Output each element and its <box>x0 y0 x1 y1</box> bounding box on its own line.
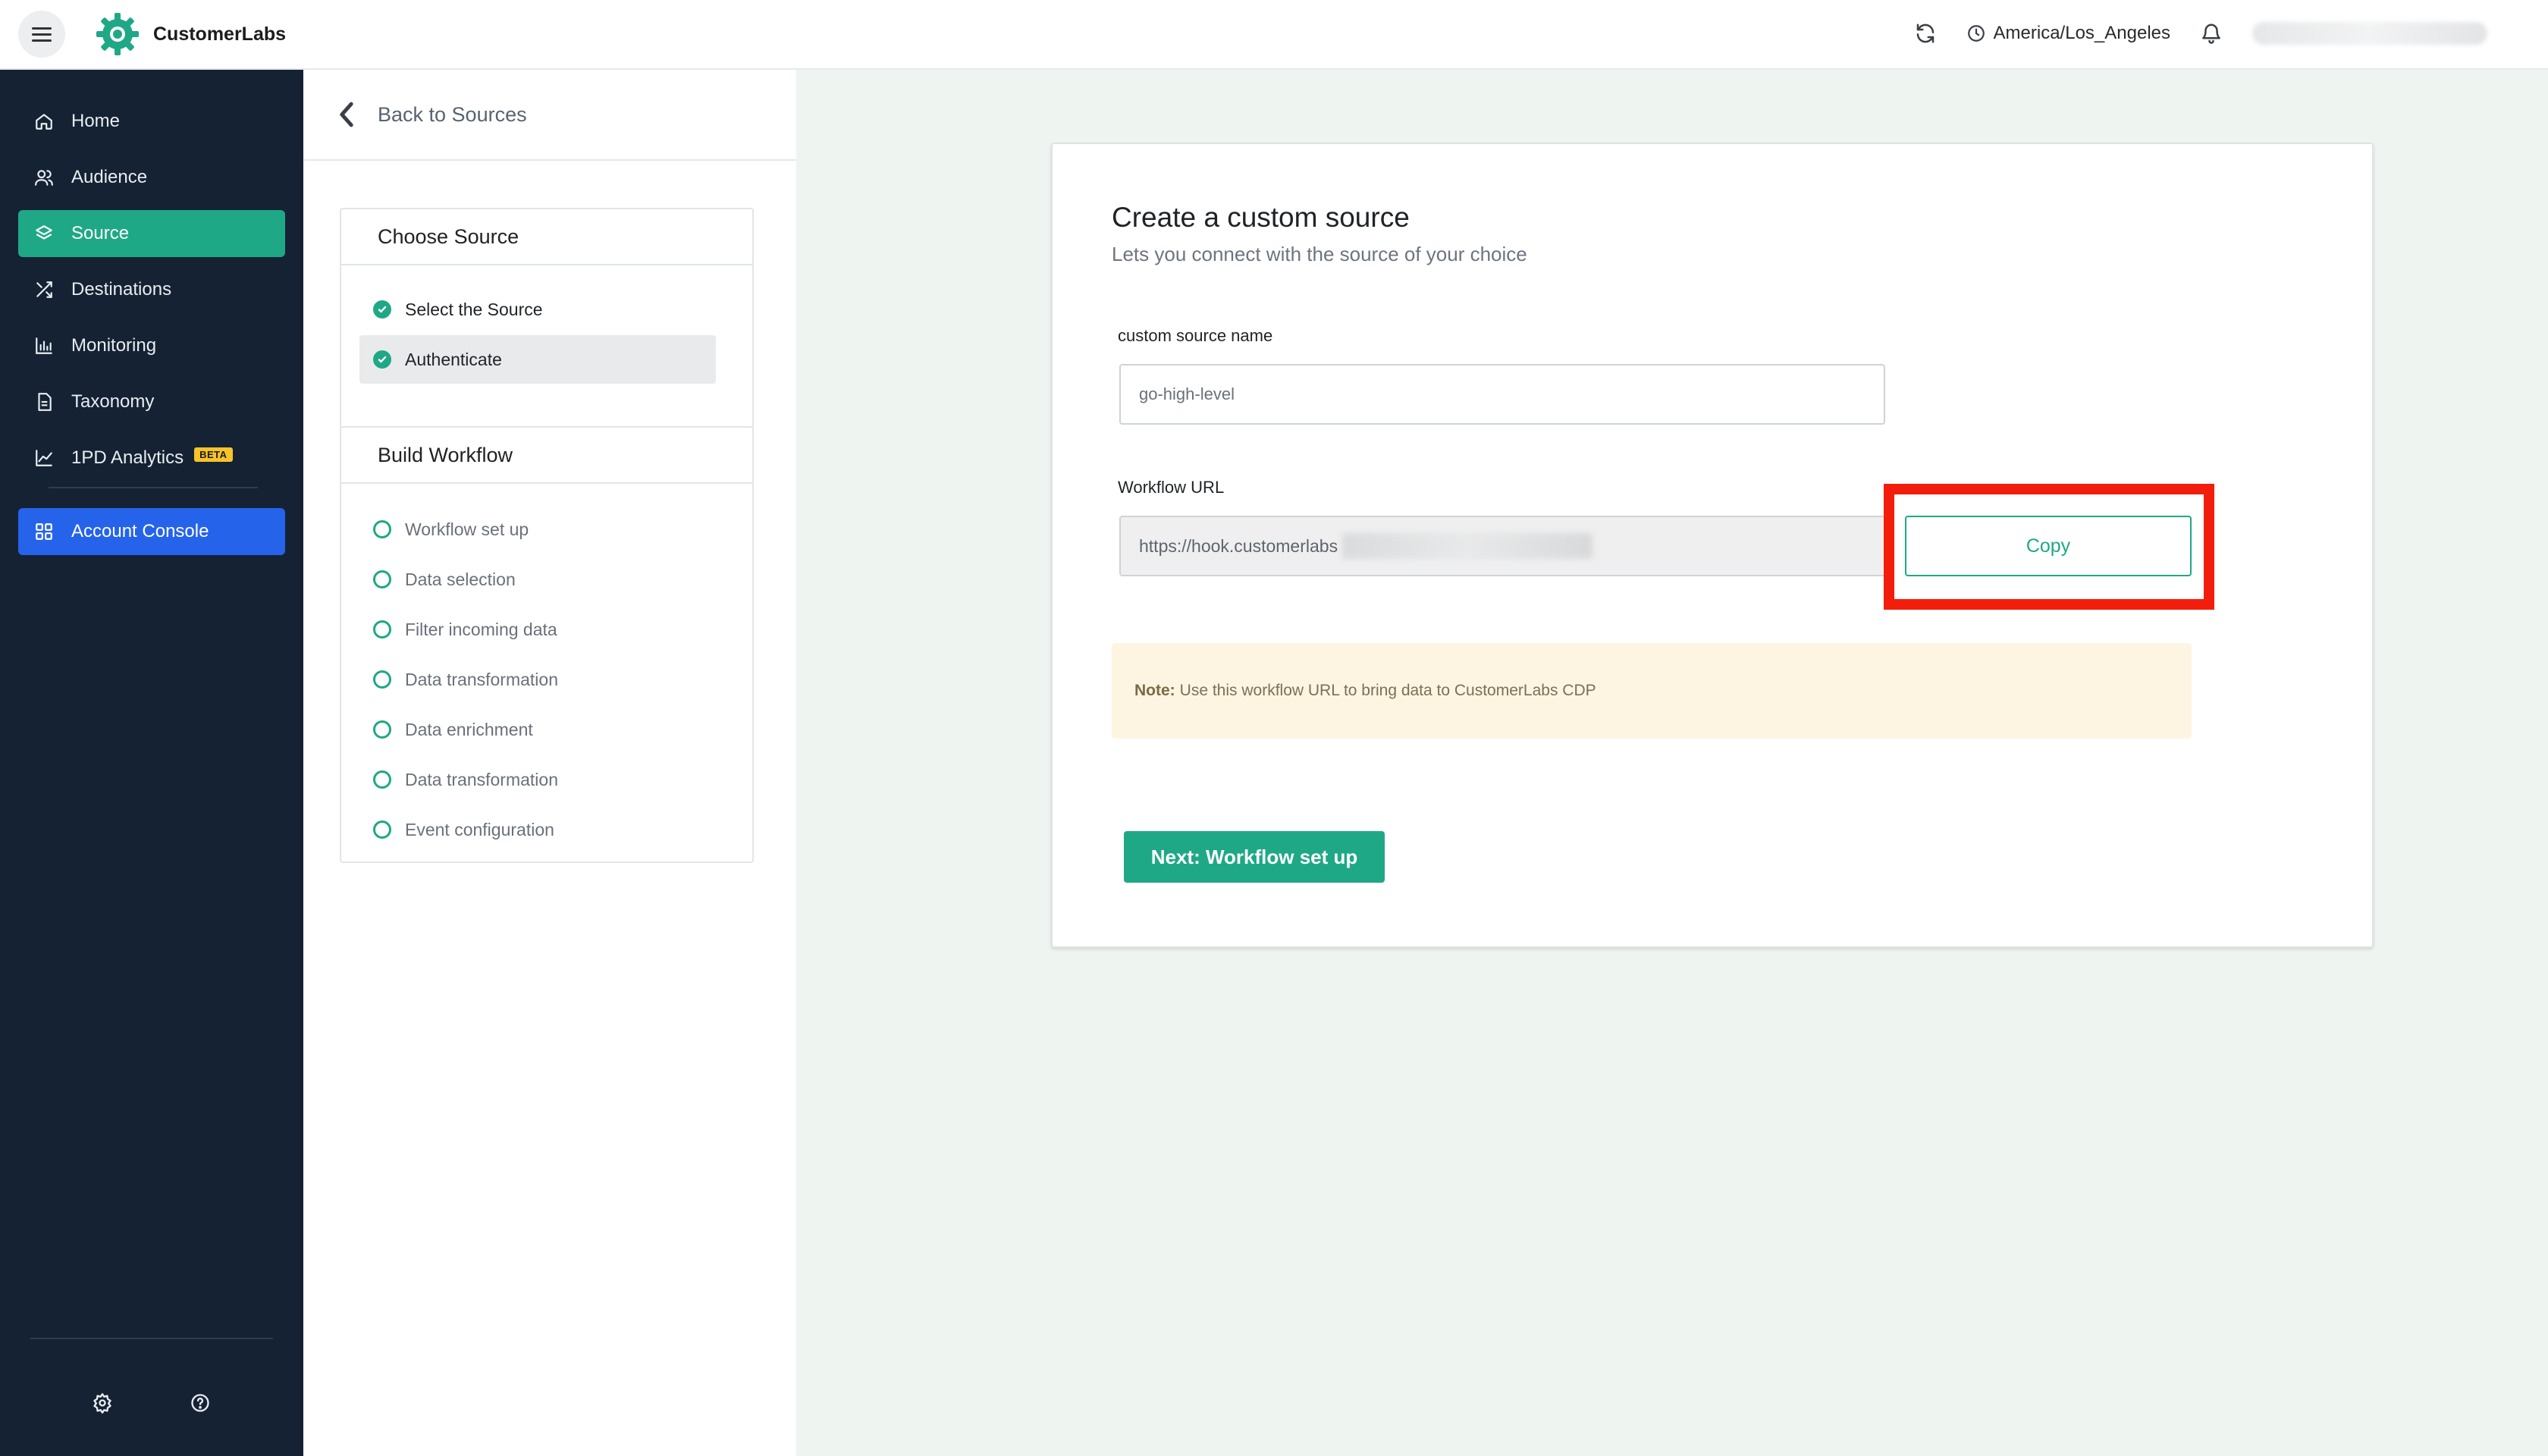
bell-icon[interactable] <box>2196 18 2226 49</box>
users-icon <box>33 167 55 188</box>
step-label: Data selection <box>405 569 516 589</box>
step-label: Data transformation <box>405 769 558 789</box>
empty-circle-icon <box>373 570 391 588</box>
chevron-left-icon <box>340 102 353 127</box>
redacted-url-part <box>1342 533 1593 559</box>
sidebar-item-account-console[interactable]: Account Console <box>18 508 285 555</box>
brand-name: CustomerLabs <box>153 23 287 45</box>
menu-icon[interactable] <box>18 11 65 58</box>
help-icon[interactable] <box>185 1388 215 1418</box>
back-to-sources-link[interactable]: Back to Sources <box>303 70 796 161</box>
sidebar-item-1pd-analytics[interactable]: 1PD Analytics BETA <box>18 435 285 482</box>
sidebar-item-label: 1PD Analytics <box>71 447 184 468</box>
sidebar-nav: Home Audience Source Destinations Monito… <box>0 70 303 1456</box>
refresh-icon[interactable] <box>1910 18 1941 49</box>
choose-source-card: Choose Source Select the Source Authenti… <box>340 208 754 463</box>
choose-source-title: Choose Source <box>341 209 752 265</box>
timezone-label: America/Los_Angeles <box>1993 23 2170 43</box>
empty-circle-icon <box>373 770 391 789</box>
brand[interactable]: CustomerLabs <box>94 9 286 59</box>
steps-panel: Back to Sources Choose Source Select the… <box>303 70 796 1456</box>
step-data-transformation-2[interactable]: Data transformation <box>359 755 716 804</box>
sidebar-item-label: Account Console <box>71 521 209 541</box>
empty-circle-icon <box>373 720 391 739</box>
sidebar-item-source[interactable]: Source <box>18 210 285 257</box>
step-event-configuration[interactable]: Event configuration <box>359 805 716 854</box>
sidebar-bottom-divider <box>30 1338 273 1339</box>
note-text: Use this workflow URL to bring data to C… <box>1179 682 1596 699</box>
sidebar-item-label: Audience <box>71 167 148 187</box>
user-account-menu[interactable] <box>2252 22 2487 45</box>
empty-circle-icon <box>373 670 391 689</box>
workflow-url-value: https://hook.customerlabs <box>1139 535 1338 556</box>
empty-circle-icon <box>373 520 391 538</box>
layers-icon <box>33 223 55 244</box>
step-filter-incoming-data[interactable]: Filter incoming data <box>359 605 716 654</box>
sidebar-divider <box>49 487 258 488</box>
step-data-transformation[interactable]: Data transformation <box>359 655 716 704</box>
beta-badge: BETA <box>194 447 233 462</box>
source-name-label: custom source name <box>1118 326 1273 345</box>
top-right-tools: America/Los_Angeles <box>1910 0 2487 67</box>
annotation-highlight-box <box>1884 484 2214 610</box>
step-select-source[interactable]: Select the Source <box>359 285 716 334</box>
workflow-url-label: Workflow URL <box>1118 478 1225 497</box>
clock-icon <box>1967 25 1985 42</box>
sidebar-item-label: Monitoring <box>71 335 157 356</box>
empty-circle-icon <box>373 620 391 639</box>
chart-icon <box>33 335 55 356</box>
next-workflow-setup-button[interactable]: Next: Workflow set up <box>1124 831 1385 883</box>
trend-icon <box>33 447 55 469</box>
customerlabs-logo-icon <box>96 13 139 55</box>
sidebar-item-audience[interactable]: Audience <box>18 154 285 201</box>
form-subtitle: Lets you connect with the source of your… <box>1112 243 1527 265</box>
sidebar-item-label: Destinations <box>71 279 172 300</box>
back-label: Back to Sources <box>378 102 527 126</box>
sidebar-item-taxonomy[interactable]: Taxonomy <box>18 378 285 425</box>
build-workflow-card: Build Workflow Workflow set up Data sele… <box>340 426 754 863</box>
step-label: Authenticate <box>405 349 502 369</box>
check-circle-icon <box>373 350 391 369</box>
step-label: Data transformation <box>405 669 558 689</box>
home-icon <box>33 111 55 132</box>
grid-icon <box>33 521 55 542</box>
document-icon <box>33 391 55 413</box>
step-workflow-setup[interactable]: Workflow set up <box>359 505 716 554</box>
step-label: Workflow set up <box>405 519 529 539</box>
sidebar-item-monitoring[interactable]: Monitoring <box>18 322 285 369</box>
sidebar-item-label: Taxonomy <box>71 391 155 412</box>
sidebar-item-label: Home <box>71 111 121 131</box>
step-label: Filter incoming data <box>405 619 557 639</box>
note-banner: Note: Use this workflow URL to bring dat… <box>1112 643 2192 739</box>
shuffle-icon <box>33 279 55 300</box>
step-authenticate[interactable]: Authenticate <box>359 335 716 384</box>
step-data-enrichment[interactable]: Data enrichment <box>359 705 716 754</box>
custom-source-form-card: Create a custom source Lets you connect … <box>1051 143 2374 948</box>
settings-icon[interactable] <box>87 1388 118 1418</box>
empty-circle-icon <box>373 821 391 839</box>
step-data-selection[interactable]: Data selection <box>359 555 716 604</box>
note-prefix: Note: <box>1134 682 1175 699</box>
step-label: Select the Source <box>405 299 543 319</box>
check-circle-icon <box>373 300 391 318</box>
top-bar: CustomerLabs America/Los_Angeles <box>0 0 2548 70</box>
step-label: Event configuration <box>405 819 554 839</box>
workflow-url-field[interactable]: https://hook.customerlabs <box>1119 516 1885 576</box>
sidebar-item-destinations[interactable]: Destinations <box>18 266 285 313</box>
build-workflow-title: Build Workflow <box>341 428 752 484</box>
sidebar-item-home[interactable]: Home <box>18 98 285 145</box>
step-label: Data enrichment <box>405 719 533 739</box>
timezone-selector[interactable]: America/Los_Angeles <box>1966 23 2170 44</box>
source-name-input[interactable] <box>1119 364 1885 425</box>
form-title: Create a custom source <box>1112 202 1410 233</box>
sidebar-item-label: Source <box>71 223 130 243</box>
